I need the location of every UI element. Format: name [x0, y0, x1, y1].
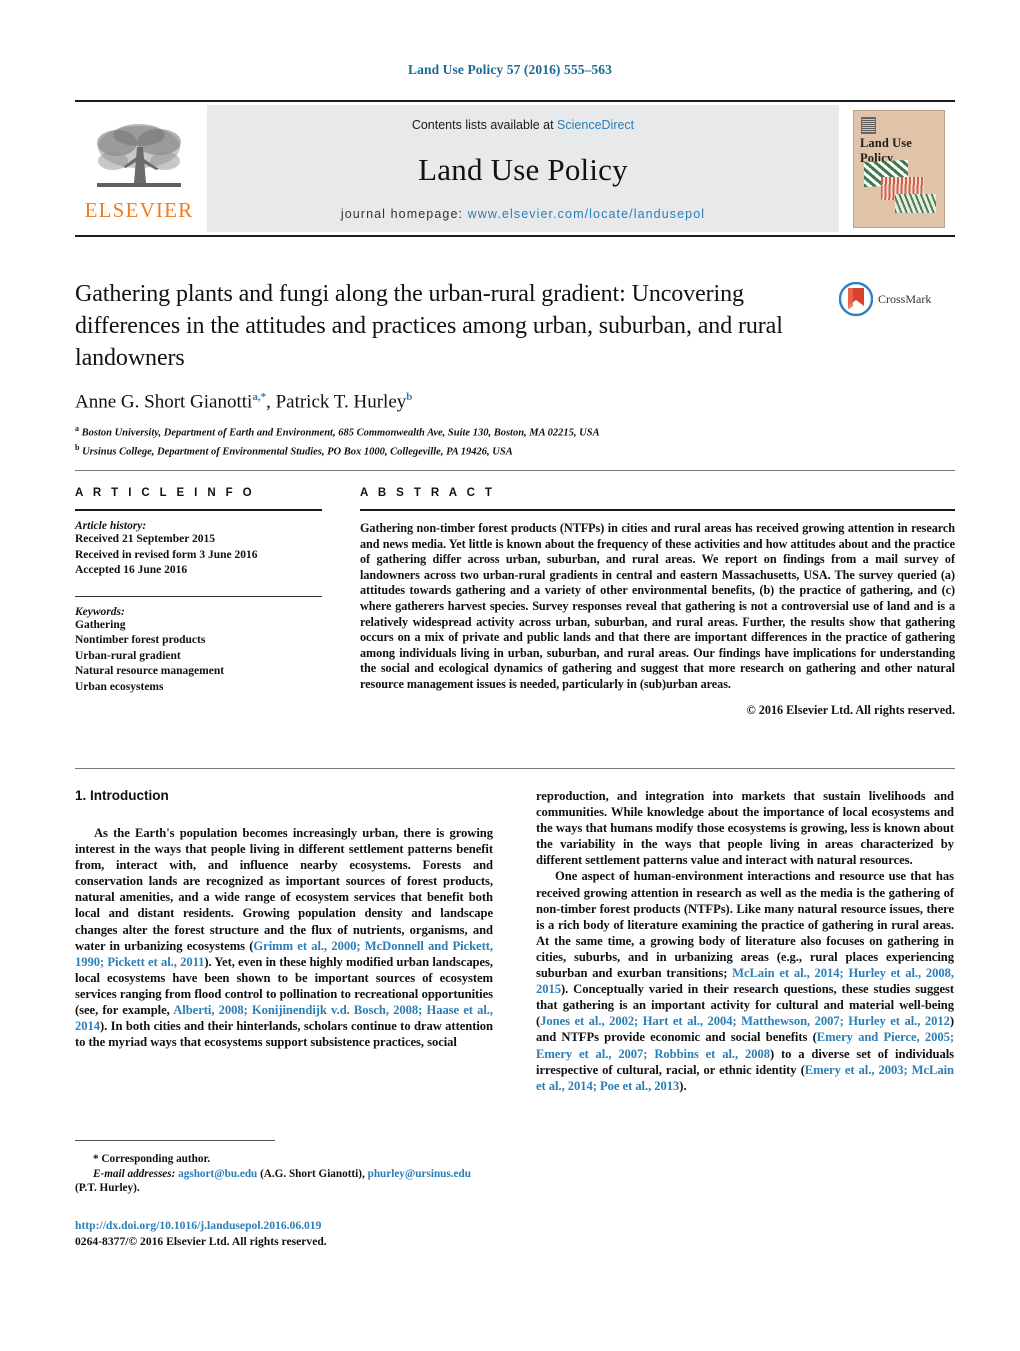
keyword-1: Nontimber forest products: [75, 634, 206, 646]
title-block: CrossMark Gathering plants and fungi alo…: [75, 278, 955, 460]
keywords-rule: [75, 595, 322, 597]
email-note: E-mail addresses: agshort@bu.edu (A.G. S…: [75, 1167, 495, 1196]
divider-above-info: [75, 470, 955, 471]
elsevier-logo: ELSEVIER: [75, 102, 203, 235]
contents-prefix: Contents lists available at: [411, 118, 558, 132]
cover-thumbnail: Land Use Policy: [853, 109, 945, 228]
abstract-rule: [360, 509, 955, 511]
affiliation-list: a Boston University, Department of Earth…: [75, 422, 955, 460]
keyword-3: Natural resource management: [75, 665, 225, 677]
body-column-right: reproduction, and integration into marke…: [536, 788, 954, 1094]
journal-homepage-link[interactable]: www.elsevier.com/locate/landusepol: [468, 207, 706, 221]
corresponding-author-note: * Corresponding author.: [93, 1153, 211, 1165]
doi-block: http://dx.doi.org/10.1016/j.landusepol.2…: [75, 1218, 505, 1249]
elsevier-tree-icon: [97, 123, 181, 187]
email-label: E-mail addresses:: [93, 1167, 176, 1180]
journal-band: Contents lists available at ScienceDirec…: [207, 105, 839, 232]
abstract-copyright: © 2016 Elsevier Ltd. All rights reserved…: [746, 702, 955, 717]
para-text: ).: [679, 1078, 687, 1093]
crossmark-badge[interactable]: CrossMark: [839, 282, 955, 316]
contents-available-line: Contents lists available at ScienceDirec…: [412, 118, 634, 132]
footnote-block: * Corresponding author. E-mail addresses…: [75, 1152, 495, 1196]
divider-above-body: [75, 768, 955, 769]
running-head: Land Use Policy 57 (2016) 555–563: [408, 62, 612, 77]
abstract-column: A B S T R A C T Gathering non-timber for…: [345, 487, 955, 718]
sciencedirect-link[interactable]: ScienceDirect: [557, 118, 634, 132]
abstract-text: Gathering non-timber forest products (NT…: [360, 521, 955, 691]
para-text: ). In both cities and their hinterlands,…: [75, 1019, 493, 1050]
email-link-2[interactable]: phurley@ursinus.edu: [368, 1168, 471, 1180]
keyword-0: Gathering: [75, 618, 126, 631]
cover-elsevier-icon: [861, 116, 876, 134]
journal-title: Land Use Policy: [418, 151, 628, 187]
article-history-0: Received 21 September 2015: [75, 533, 215, 545]
paragraph-right-2: One aspect of human-environment interact…: [536, 868, 954, 1093]
email-owner-2: (P.T. Hurley).: [75, 1182, 140, 1195]
abstract-heading: A B S T R A C T: [360, 487, 496, 499]
body-columns: 1. Introduction As the Earth's populatio…: [75, 788, 955, 1094]
email-owner-1: (A.G. Short Gianotti),: [260, 1167, 365, 1180]
issn-copyright-line: 0264-8377/© 2016 Elsevier Ltd. All right…: [75, 1234, 327, 1248]
article-history-2: Accepted 16 June 2016: [75, 564, 188, 576]
body-column-left: 1. Introduction As the Earth's populatio…: [75, 788, 493, 1094]
citation-link[interactable]: Jones et al., 2002; Hart et al., 2004; M…: [540, 1014, 950, 1028]
cover-photo-3: [895, 193, 936, 213]
keyword-2: Urban-rural gradient: [75, 649, 181, 662]
article-history-label: Article history:: [75, 520, 147, 532]
email-link-1[interactable]: agshort@bu.edu: [178, 1168, 257, 1180]
journal-homepage-line: journal homepage: www.elsevier.com/locat…: [341, 207, 705, 221]
section-heading-introduction: 1. Introduction: [75, 788, 169, 803]
article-info-rule: [75, 509, 322, 511]
homepage-prefix: journal homepage:: [340, 207, 468, 221]
crossmark-label: CrossMark: [878, 291, 932, 306]
para-text: One aspect of human-environment interact…: [536, 869, 954, 981]
article-history-1: Received in revised form 3 June 2016: [75, 548, 258, 561]
journal-cover: Land Use Policy: [843, 102, 955, 235]
keywords-label: Keywords:: [75, 605, 125, 618]
article-info-heading: A R T I C L E I N F O: [75, 487, 256, 499]
author-list: Anne G. Short Gianottia,*, Patrick T. Hu…: [75, 391, 413, 413]
crossmark-icon: [839, 282, 873, 316]
info-abstract-zone: A R T I C L E I N F O Article history: R…: [75, 487, 955, 718]
keyword-4: Urban ecosystems: [75, 680, 164, 693]
page-title: Gathering plants and fungi along the urb…: [75, 281, 783, 371]
affiliation-item: b Ursinus College, Department of Environ…: [75, 443, 513, 458]
paper-page: Land Use Policy 57 (2016) 555–563 ELSEVI…: [0, 0, 1020, 1351]
doi-link[interactable]: http://dx.doi.org/10.1016/j.landusepol.2…: [75, 1218, 505, 1234]
footnote-divider: [75, 1140, 275, 1141]
elsevier-wordmark: ELSEVIER: [84, 197, 194, 222]
article-info-column: A R T I C L E I N F O Article history: R…: [75, 487, 345, 718]
para-text: As the Earth's population becomes increa…: [75, 826, 493, 953]
journal-masthead: ELSEVIER Contents lists available at Sci…: [75, 100, 955, 237]
affiliation-item: a Boston University, Department of Earth…: [75, 424, 600, 439]
paragraph-left-1: As the Earth's population becomes increa…: [75, 825, 493, 1050]
paragraph-right-1: reproduction, and integration into marke…: [536, 789, 954, 868]
